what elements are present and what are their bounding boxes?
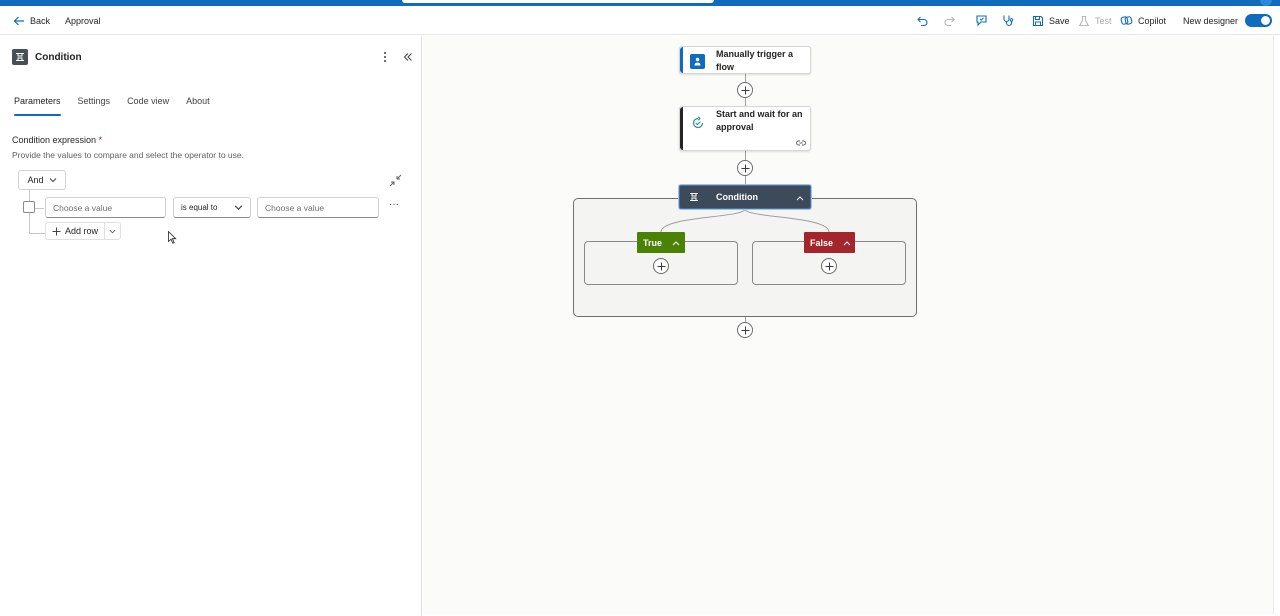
arrow-left-icon bbox=[12, 14, 25, 27]
tab-parameters[interactable]: Parameters bbox=[14, 96, 61, 116]
required-mark: * bbox=[98, 135, 103, 145]
comments-button[interactable] bbox=[975, 6, 993, 35]
manual-trigger-icon bbox=[690, 54, 705, 69]
approval-title: Start and wait for an approval bbox=[716, 109, 803, 132]
save-button[interactable]: Save bbox=[1031, 6, 1070, 35]
command-bar: Back Approval Save Test Copilot New desi… bbox=[0, 6, 1280, 35]
tab-settings[interactable]: Settings bbox=[78, 96, 111, 116]
connector-line bbox=[745, 74, 746, 82]
link-icon bbox=[796, 140, 806, 146]
connector-line bbox=[745, 151, 746, 160]
left-value-input[interactable]: Choose a value bbox=[45, 197, 166, 218]
undo-icon bbox=[915, 14, 928, 27]
tree-connector bbox=[34, 208, 44, 209]
approval-card[interactable]: Start and wait for an approval bbox=[679, 106, 811, 151]
condition-icon bbox=[689, 192, 699, 202]
copilot-label: Copilot bbox=[1138, 15, 1167, 26]
condition-expression-label: Condition expression * bbox=[12, 135, 102, 145]
redo-button[interactable] bbox=[943, 6, 961, 35]
copilot-button[interactable]: Copilot bbox=[1120, 6, 1166, 35]
plus-icon bbox=[741, 326, 749, 334]
plus-icon bbox=[657, 262, 665, 270]
chevron-up-icon[interactable] bbox=[843, 240, 851, 246]
plus-icon bbox=[825, 262, 833, 270]
card-accent bbox=[680, 47, 683, 73]
plus-icon bbox=[52, 227, 61, 235]
approval-icon bbox=[690, 115, 705, 130]
more-options-button[interactable] bbox=[380, 50, 390, 64]
save-icon bbox=[1031, 14, 1044, 27]
canvas-edge bbox=[1273, 36, 1280, 614]
operator-value: is equal to bbox=[181, 203, 218, 212]
add-step-false-button[interactable] bbox=[821, 258, 837, 274]
back-label: Back bbox=[30, 15, 51, 26]
stethoscope-icon bbox=[1001, 14, 1014, 27]
add-row-main[interactable]: Add row bbox=[46, 223, 104, 239]
add-step-button[interactable] bbox=[737, 322, 753, 338]
double-chevron-left-icon bbox=[403, 53, 412, 61]
connector-line bbox=[745, 176, 746, 185]
beaker-icon bbox=[1077, 14, 1090, 27]
redo-icon bbox=[943, 14, 956, 27]
operator-dropdown[interactable]: is equal to bbox=[173, 197, 251, 218]
group-operator-dropdown[interactable]: And bbox=[18, 170, 66, 190]
row-select-checkbox[interactable] bbox=[23, 201, 35, 213]
save-label: Save bbox=[1049, 15, 1070, 26]
false-branch-tag[interactable]: False bbox=[804, 232, 855, 253]
panel-tabs: Parameters Settings Code view About bbox=[14, 96, 227, 116]
add-row-button[interactable]: Add row bbox=[45, 222, 122, 240]
tab-about[interactable]: About bbox=[186, 96, 210, 116]
card-accent bbox=[680, 107, 683, 150]
new-designer-label: New designer bbox=[1183, 15, 1239, 26]
comment-icon bbox=[975, 14, 988, 27]
chevron-down-icon bbox=[109, 229, 116, 233]
add-step-button[interactable] bbox=[737, 82, 753, 98]
add-step-button[interactable] bbox=[737, 160, 753, 176]
plus-icon bbox=[741, 164, 749, 172]
tree-connector bbox=[29, 233, 45, 234]
chevron-up-icon[interactable] bbox=[672, 240, 680, 246]
true-branch-tag[interactable]: True bbox=[637, 232, 685, 253]
undo-button[interactable] bbox=[915, 6, 933, 35]
collapse-panel-button[interactable] bbox=[402, 50, 414, 64]
true-label: True bbox=[643, 237, 663, 248]
condition-title: Condition bbox=[716, 192, 758, 202]
test-label: Test bbox=[1095, 15, 1112, 26]
copilot-icon bbox=[1120, 14, 1133, 27]
condition-card[interactable]: Condition bbox=[679, 185, 811, 209]
chevron-down-icon bbox=[49, 178, 56, 183]
connector-line bbox=[745, 98, 746, 106]
add-step-true-button[interactable] bbox=[653, 258, 669, 274]
trigger-card[interactable]: Manually trigger a flow bbox=[679, 46, 811, 74]
mouse-cursor-icon bbox=[168, 231, 177, 244]
row-more-options-button[interactable]: ··· bbox=[389, 199, 399, 210]
chevron-up-icon[interactable] bbox=[796, 195, 804, 201]
flow-checker-button[interactable] bbox=[1001, 6, 1019, 35]
tab-code-view[interactable]: Code view bbox=[127, 96, 169, 116]
new-designer-toggle[interactable]: New designer bbox=[1183, 6, 1273, 35]
panel-header: Condition bbox=[12, 49, 82, 65]
group-operator-value: And bbox=[27, 175, 44, 185]
designer-canvas[interactable] bbox=[423, 36, 1273, 614]
add-row-menu-button[interactable] bbox=[104, 223, 120, 239]
condition-icon bbox=[12, 49, 28, 65]
false-label: False bbox=[810, 237, 834, 248]
test-button[interactable]: Test bbox=[1077, 6, 1112, 35]
branch-connectors bbox=[660, 208, 830, 233]
right-value-input[interactable]: Choose a value bbox=[257, 197, 379, 218]
toggle-switch[interactable] bbox=[1245, 14, 1273, 27]
flow-name[interactable]: Approval bbox=[65, 6, 101, 35]
plus-icon bbox=[741, 86, 749, 94]
trigger-title: Manually trigger a flow bbox=[716, 49, 794, 72]
add-row-label: Add row bbox=[65, 226, 99, 236]
field-help-text: Provide the values to compare and select… bbox=[12, 150, 244, 160]
field-label-text: Condition expression bbox=[12, 135, 97, 145]
collapse-arrows-icon[interactable] bbox=[389, 174, 402, 187]
back-button[interactable]: Back bbox=[12, 6, 50, 35]
panel-title: Condition bbox=[35, 51, 82, 63]
global-search-bar[interactable] bbox=[402, 0, 714, 3]
action-details-panel: Condition Parameters Settings Code view … bbox=[0, 36, 422, 616]
chevron-down-icon bbox=[234, 205, 243, 210]
